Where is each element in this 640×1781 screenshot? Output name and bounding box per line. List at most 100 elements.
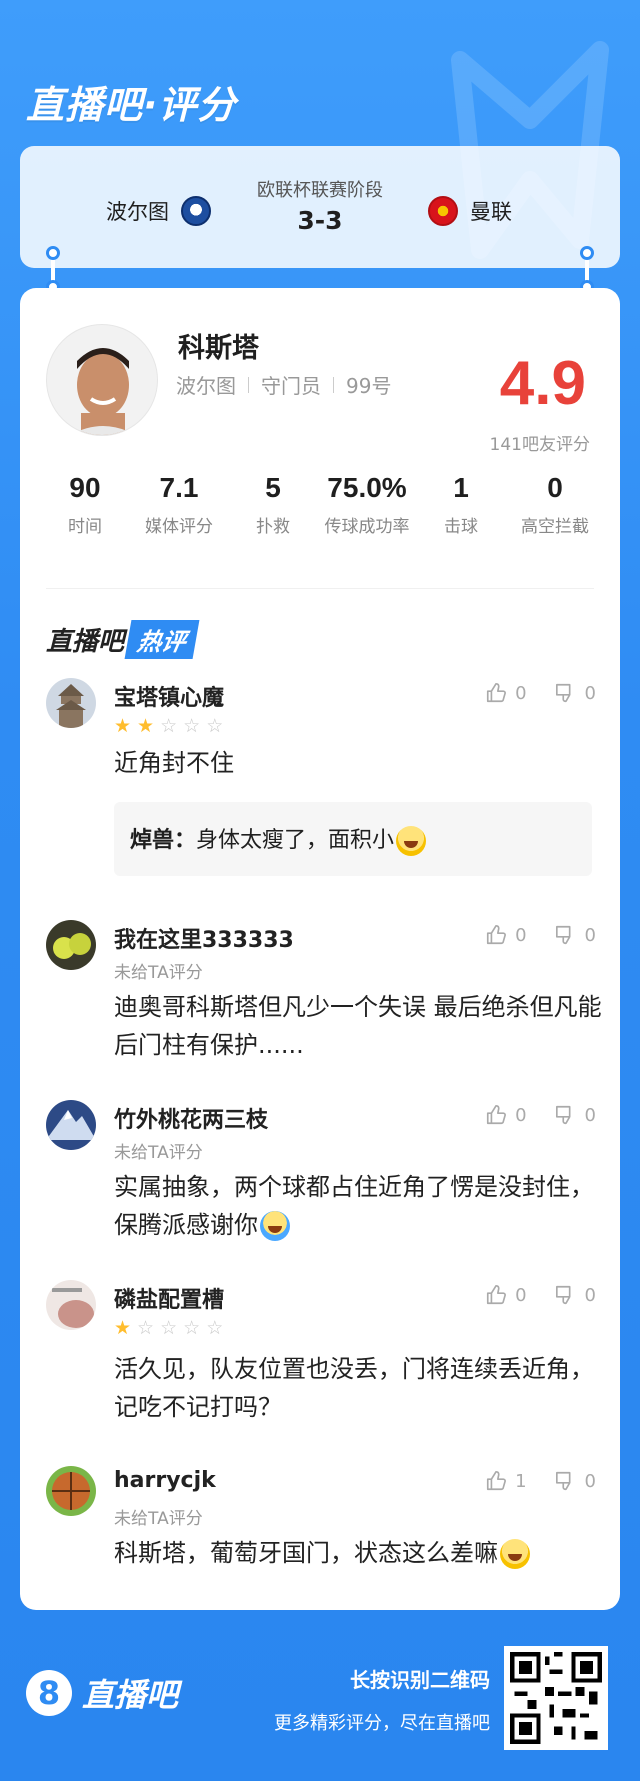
stat-value: 75.0% xyxy=(327,472,407,503)
reply-author: 焯兽： xyxy=(130,828,197,853)
dislike-button[interactable]: 0 xyxy=(555,924,596,946)
comment-text-body: 科斯塔，葡萄牙国门，状态这么差嘛 xyxy=(114,1539,498,1567)
zhibo8-logo-icon: 8 xyxy=(26,1670,72,1716)
away-team[interactable]: 曼联 xyxy=(428,196,512,226)
stat-item: 5 扑救 xyxy=(226,472,320,540)
like-button[interactable]: 0 xyxy=(485,1104,527,1126)
qr-cta-sub: 更多精彩评分，尽在直播吧 xyxy=(274,1713,490,1734)
comment-text-body: 实属抽象，两个球都占住近角了愣是没封住，保腾派感谢你 xyxy=(114,1173,594,1239)
comment-actions: 0 0 xyxy=(485,1104,596,1126)
like-button[interactable]: 0 xyxy=(485,1284,527,1306)
qr-code[interactable] xyxy=(504,1646,608,1750)
stat-value: 7.1 xyxy=(159,472,199,503)
comment-actions: 0 0 xyxy=(485,1284,596,1306)
comment-reply[interactable]: 焯兽：身体太瘦了，面积小 xyxy=(114,802,592,876)
dislike-button[interactable]: 0 xyxy=(555,1470,596,1492)
section-divider xyxy=(46,588,594,589)
rating-status: 未给TA评分 xyxy=(114,963,203,983)
dislike-count: 0 xyxy=(584,1284,596,1306)
player-position: 守门员 xyxy=(261,374,321,398)
like-button[interactable]: 1 xyxy=(485,1470,527,1492)
dislike-count: 0 xyxy=(584,924,596,946)
stat-item: 1 击球 xyxy=(414,472,508,540)
match-score: 3-3 xyxy=(297,206,343,235)
comment-username[interactable]: 磷盐配置槽 xyxy=(114,1282,224,1314)
stat-label: 传球成功率 xyxy=(324,517,410,537)
comment-text: 活久见，队友位置也没丢，门将连续丢近角，记吃不记打吗？ xyxy=(114,1355,594,1421)
comment-actions: 0 0 xyxy=(485,682,596,704)
like-button[interactable]: 0 xyxy=(485,924,527,946)
footer-brand-logo: 8 直播吧 xyxy=(26,1670,178,1716)
stat-label: 媒体评分 xyxy=(145,517,213,537)
user-avatar[interactable] xyxy=(46,678,96,728)
dislike-count: 0 xyxy=(584,682,596,704)
stat-value: 1 xyxy=(453,472,469,503)
thumbs-down-icon xyxy=(555,925,571,945)
comment-actions: 1 0 xyxy=(485,1470,596,1492)
stat-label: 击球 xyxy=(444,517,478,537)
player-team: 波尔图 xyxy=(176,374,236,398)
dislike-count: 0 xyxy=(584,1470,596,1492)
meta-divider xyxy=(248,376,249,393)
grinning-emoji-icon xyxy=(500,1539,530,1569)
dislike-button[interactable]: 0 xyxy=(555,682,596,704)
comment-text: 实属抽象，两个球都占住近角了愣是没封住，保腾派感谢你 xyxy=(114,1168,604,1244)
stat-value: 0 xyxy=(547,472,563,503)
dislike-count: 0 xyxy=(584,1104,596,1126)
thumbs-up-icon xyxy=(487,1105,507,1125)
star-empty-icon: ☆ xyxy=(183,715,201,737)
fan-rating-score: 4.9 xyxy=(499,349,586,418)
user-avatar[interactable] xyxy=(46,1280,96,1330)
brand-title: 直播吧·评分 xyxy=(26,83,237,127)
salute-emoji-icon xyxy=(260,1211,290,1241)
stat-value: 90 xyxy=(69,472,101,503)
comment-username[interactable]: 竹外桃花两三枝 xyxy=(114,1102,268,1134)
stat-item: 0 高空拦截 xyxy=(508,472,602,540)
user-avatar[interactable] xyxy=(46,1100,96,1150)
like-count: 0 xyxy=(515,682,527,704)
comment-username[interactable]: 宝塔镇心魔 xyxy=(114,680,224,712)
star-filled-icon: ★ xyxy=(137,715,155,737)
user-star-rating: ★ ★ ☆ ☆ ☆ xyxy=(114,716,223,736)
star-empty-icon: ☆ xyxy=(183,1317,201,1339)
dislike-button[interactable]: 0 xyxy=(555,1284,596,1306)
comment-username[interactable]: harrycjk xyxy=(114,1468,216,1493)
thumbs-up-icon xyxy=(487,1285,507,1305)
star-empty-icon: ☆ xyxy=(206,715,224,737)
thumbs-down-icon xyxy=(555,683,571,703)
player-name: 科斯塔 xyxy=(178,333,259,364)
qr-cta-main: 长按识别二维码 xyxy=(350,1668,490,1692)
comment-actions: 0 0 xyxy=(485,924,596,946)
hot-heading-tag: 热评 xyxy=(124,620,200,659)
stat-label: 扑救 xyxy=(256,517,290,537)
thumbs-down-icon xyxy=(555,1285,571,1305)
reply-text: 身体太瘦了，面积小 xyxy=(196,828,395,853)
comment-text: 近角封不住 xyxy=(114,749,234,777)
thumbs-down-icon xyxy=(555,1471,571,1491)
comment-text: 迪奥哥科斯塔但凡少一个失误 最后绝杀但凡能后门柱有保护...... xyxy=(114,993,602,1059)
stat-item: 90 时间 xyxy=(38,472,132,540)
card-connector-left xyxy=(46,246,60,294)
like-count: 0 xyxy=(515,1104,527,1126)
star-empty-icon: ☆ xyxy=(160,715,178,737)
like-button[interactable]: 0 xyxy=(485,682,527,704)
card-connector-right xyxy=(580,246,594,294)
hot-comments-heading: 直播吧 热评 xyxy=(46,620,200,659)
player-rating-card: 科斯塔 波尔图 守门员 99号 4.9 141吧友评分 90 时间 7.1 媒体评分… xyxy=(20,288,620,1610)
like-count: 0 xyxy=(515,1284,527,1306)
comment-username[interactable]: 我在这里333333 xyxy=(114,922,294,954)
star-empty-icon: ☆ xyxy=(137,1317,155,1339)
user-avatar[interactable] xyxy=(46,1466,96,1516)
meta-divider xyxy=(333,376,334,393)
thumbs-up-icon xyxy=(487,925,507,945)
star-empty-icon: ☆ xyxy=(160,1317,178,1339)
rating-status: 未给TA评分 xyxy=(114,1509,203,1529)
grinning-emoji-icon xyxy=(396,826,427,856)
user-avatar[interactable] xyxy=(46,920,96,970)
stat-item: 75.0% 传球成功率 xyxy=(320,472,414,540)
user-star-rating: ★ ☆ ☆ ☆ ☆ xyxy=(114,1318,223,1338)
thumbs-up-icon xyxy=(487,1471,507,1491)
dislike-button[interactable]: 0 xyxy=(555,1104,596,1126)
star-filled-icon: ★ xyxy=(114,715,132,737)
footer-cta: 长按识别二维码 更多精彩评分，尽在直播吧 xyxy=(274,1664,490,1735)
